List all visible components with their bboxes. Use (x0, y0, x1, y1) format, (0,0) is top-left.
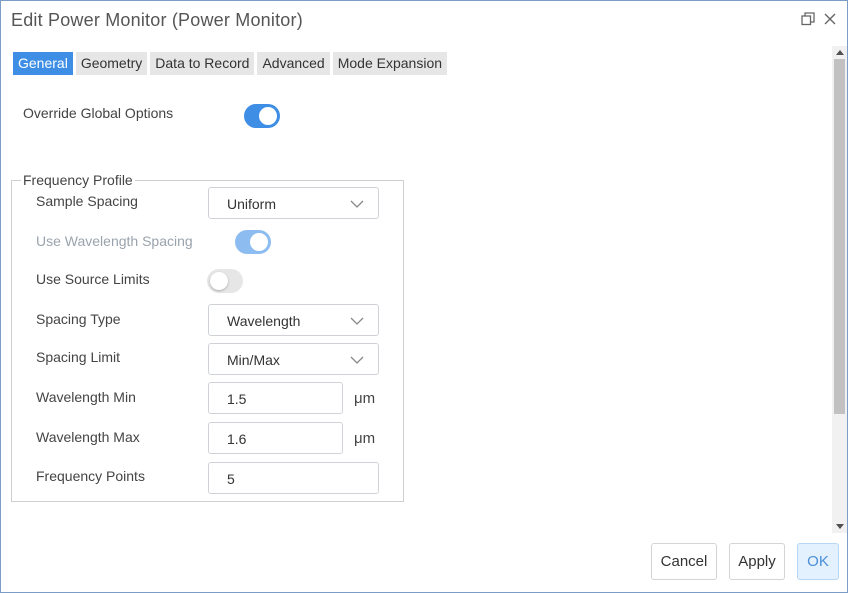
sample-spacing-select[interactable]: Uniform (208, 187, 379, 219)
frequency-profile-group (11, 180, 404, 502)
close-button[interactable] (821, 10, 839, 28)
cancel-button[interactable]: Cancel (651, 543, 717, 580)
sample-spacing-value: Uniform (227, 196, 277, 212)
override-global-options-label: Override Global Options (23, 105, 174, 121)
vertical-scrollbar[interactable] (832, 46, 847, 533)
tab-mode-expansion[interactable]: Mode Expansion (332, 52, 448, 75)
edit-power-monitor-dialog: Edit Power Monitor (Power Monitor) Gener… (0, 0, 848, 593)
toggle-knob (250, 233, 268, 251)
spacing-type-value: Wavelength (227, 313, 301, 329)
scroll-up-button[interactable] (832, 46, 847, 59)
use-source-limits-label: Use Source Limits (36, 271, 150, 287)
wavelength-max-label: Wavelength Max (36, 429, 140, 445)
spacing-limit-label: Spacing Limit (36, 349, 121, 365)
use-wavelength-spacing-label: Use Wavelength Spacing (36, 233, 193, 249)
wavelength-min-value: 1.5 (227, 391, 247, 407)
wavelength-min-input[interactable]: 1.5 (208, 382, 343, 414)
frequency-points-value: 5 (227, 471, 235, 487)
chevron-down-icon (350, 317, 364, 325)
spacing-limit-select[interactable]: Min/Max (208, 343, 379, 375)
scroll-down-button[interactable] (832, 520, 847, 533)
frequency-profile-title: Frequency Profile (21, 172, 135, 188)
frequency-points-label: Frequency Points (36, 468, 145, 484)
chevron-down-icon (350, 356, 364, 364)
wavelength-max-unit: μm (354, 430, 376, 447)
wavelength-max-input[interactable]: 1.6 (208, 422, 343, 454)
tab-advanced[interactable]: Advanced (257, 52, 330, 75)
tab-geometry[interactable]: Geometry (75, 52, 148, 75)
tab-general[interactable]: General (13, 52, 73, 75)
ok-button[interactable]: OK (797, 543, 839, 580)
tab-bar: General Geometry Data to Record Advanced… (13, 52, 450, 75)
toggle-knob (210, 272, 228, 290)
wavelength-min-label: Wavelength Min (36, 389, 136, 405)
tab-data-to-record[interactable]: Data to Record (150, 52, 255, 75)
override-global-options-toggle[interactable] (244, 104, 280, 128)
restore-icon (801, 12, 815, 26)
wavelength-min-unit: μm (354, 390, 376, 407)
dialog-title: Edit Power Monitor (Power Monitor) (11, 10, 303, 30)
spacing-type-select[interactable]: Wavelength (208, 304, 379, 336)
use-source-limits-toggle[interactable] (207, 269, 243, 293)
caret-up-icon (835, 50, 844, 55)
sample-spacing-label: Sample Spacing (36, 193, 138, 209)
spacing-limit-value: Min/Max (227, 352, 280, 368)
restore-button[interactable] (799, 10, 817, 28)
use-wavelength-spacing-toggle[interactable] (235, 230, 271, 254)
scroll-thumb[interactable] (834, 59, 845, 414)
apply-button[interactable]: Apply (729, 543, 785, 580)
toggle-knob (259, 107, 277, 125)
spacing-type-label: Spacing Type (36, 311, 121, 327)
frequency-points-input[interactable]: 5 (208, 462, 379, 494)
wavelength-max-value: 1.6 (227, 431, 247, 447)
close-icon (824, 13, 836, 25)
chevron-down-icon (350, 200, 364, 208)
caret-down-icon (835, 524, 844, 529)
